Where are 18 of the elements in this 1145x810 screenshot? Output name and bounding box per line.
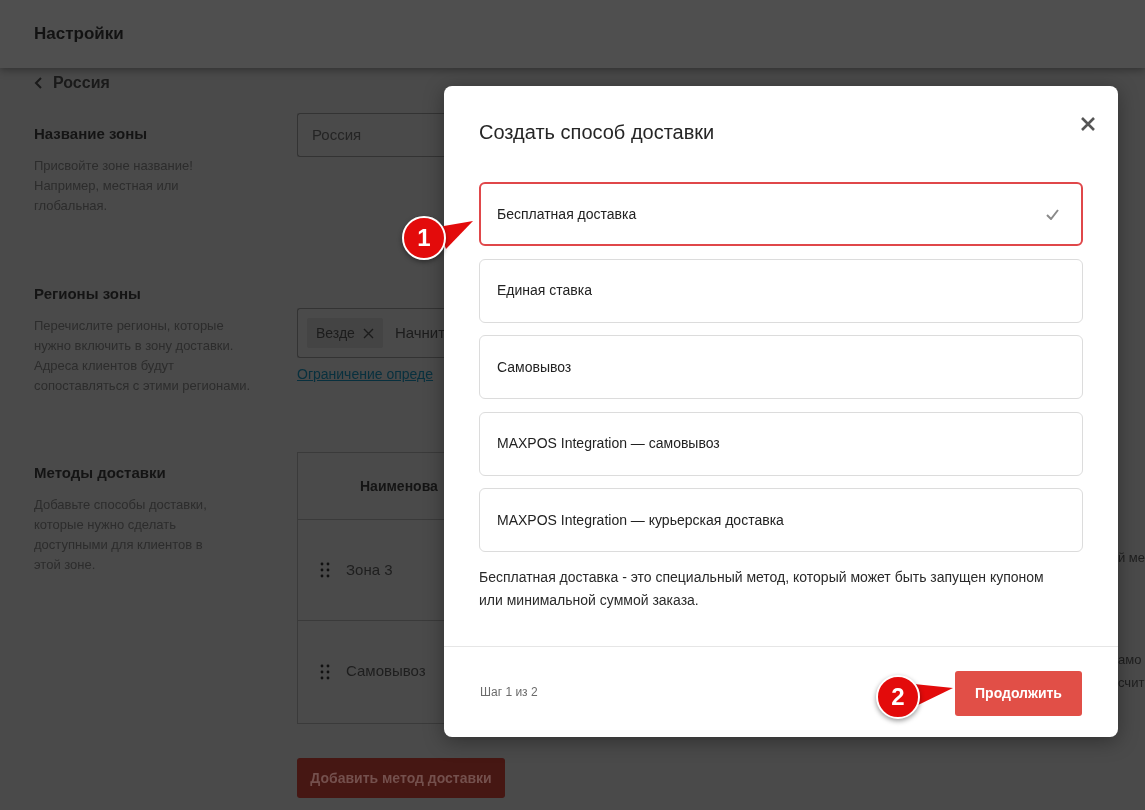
close-icon[interactable]: [1081, 117, 1095, 131]
option-card[interactable]: Бесплатная доставка: [479, 182, 1083, 246]
add-method-button[interactable]: Добавить метод доставки: [297, 758, 505, 798]
chevron-left-icon: [34, 77, 43, 89]
callout-badge: 1: [402, 216, 446, 260]
dialog-description: Бесплатная доставка - это специальный метод, который может быть запущен купоном или минимальной суммой заказа.: [479, 568, 1045, 610]
option-card[interactable]: Единая ставка: [479, 258, 1083, 323]
remove-icon[interactable]: [362, 327, 374, 339]
drag-handle-icon[interactable]: [320, 663, 330, 680]
check-icon: [1046, 208, 1059, 220]
dialog-title: Создать способ доставки: [479, 120, 715, 145]
option-card[interactable]: MAXPOS Integration — курьерская доставка: [479, 488, 1083, 552]
option-card[interactable]: MAXPOS Integration — самовывоз: [479, 411, 1083, 476]
step-indicator: Шаг 1 из 2: [480, 684, 538, 701]
drag-handle-icon[interactable]: [320, 562, 330, 578]
continue-button[interactable]: Продолжить: [955, 670, 1082, 716]
page-title: Настройки: [34, 23, 124, 46]
option-card[interactable]: Самовывоз: [479, 335, 1083, 399]
